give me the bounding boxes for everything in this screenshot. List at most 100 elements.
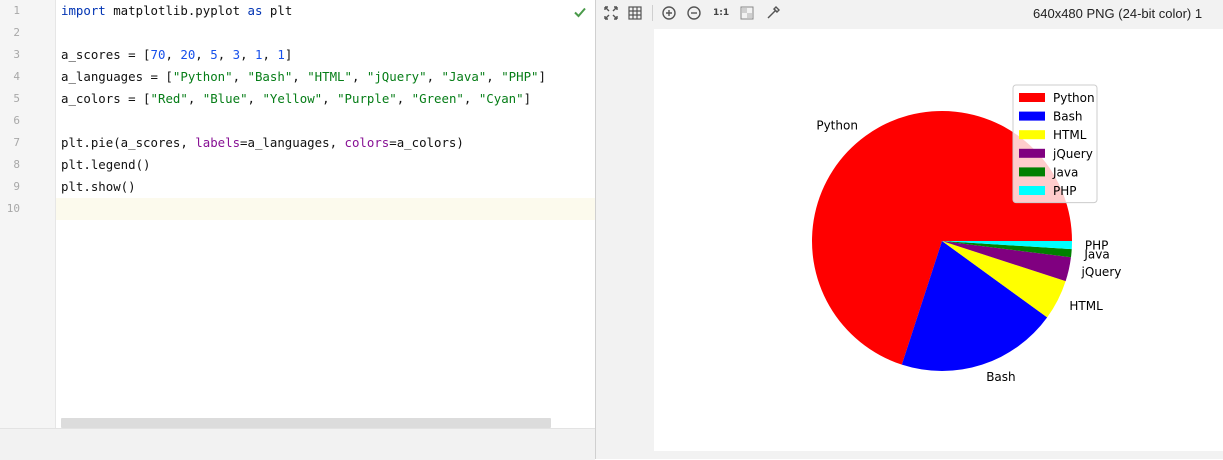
code-line[interactable]: plt.legend() [56, 154, 595, 176]
code-token: a_colors = [ [61, 91, 151, 106]
code-token: "Java" [441, 69, 487, 84]
legend-swatch-jquery [1019, 148, 1045, 158]
code-token: , [187, 91, 203, 106]
chessboard-icon[interactable] [738, 4, 756, 22]
code-token: 70 [150, 47, 166, 62]
code-line[interactable]: a_languages = ["Python", "Bash", "HTML",… [56, 66, 595, 88]
code-token: ] [523, 91, 532, 106]
fit-to-window-icon[interactable] [602, 4, 620, 22]
actual-size-button[interactable]: 1:1 [713, 5, 729, 21]
line-number: 8 [13, 158, 20, 171]
pie-chart: Python Bash HTML jQuery Java PHP Python Bash HTM… [812, 84, 1122, 384]
legend-label-python: Python [1053, 91, 1095, 105]
color-picker-icon[interactable] [764, 4, 782, 22]
pie-label-bash: Bash [986, 370, 1015, 384]
code-editor[interactable]: 1 2 3 4 5 6 7 8 9 10 import matplotlib.pyplot as … [0, 0, 595, 460]
pie-label-python: Python [816, 118, 858, 132]
code-token: =a_languages, [240, 135, 345, 150]
image-canvas: Python Bash HTML jQuery Java PHP Python Bash HTM… [654, 29, 1223, 451]
code-token: , [486, 69, 502, 84]
grid-icon[interactable] [626, 4, 644, 22]
legend-label-java: Java [1052, 165, 1078, 179]
legend-swatch-python [1019, 93, 1045, 102]
code-line[interactable]: import matplotlib.pyplot as plt [56, 0, 595, 22]
code-area[interactable]: import matplotlib.pyplot as plt a_scores … [56, 0, 595, 428]
code-token: 20 [180, 47, 196, 62]
line-number: 6 [13, 114, 20, 127]
code-token: 1 [277, 47, 285, 62]
legend-label-bash: Bash [1053, 110, 1082, 124]
code-token: "Blue" [202, 91, 248, 106]
line-number: 2 [13, 26, 20, 39]
line-number: 9 [13, 180, 20, 193]
code-token: =a_colors) [389, 135, 464, 150]
code-token: , [322, 91, 338, 106]
line-number-gutter: 1 2 3 4 5 6 7 8 9 10 [0, 0, 56, 428]
zoom-in-icon[interactable] [660, 4, 678, 22]
code-line[interactable] [56, 22, 595, 44]
code-token: , [217, 47, 233, 62]
code-token: ] [284, 47, 293, 62]
line-number: 3 [13, 48, 20, 61]
legend-label-jquery: jQuery [1052, 147, 1093, 161]
code-token: plt.legend() [61, 157, 151, 172]
code-token: , [292, 69, 308, 84]
legend-swatch-html [1019, 130, 1045, 140]
code-line[interactable] [56, 198, 595, 220]
horizontal-scrollbar[interactable] [61, 418, 551, 428]
code-token: plt.pie(a_scores, [61, 135, 196, 150]
image-viewer-toolbar: 1:1 640x480 PNG (24-bit color) 1 [596, 0, 1223, 28]
code-token: "HTML" [307, 69, 352, 84]
image-info-label: 640x480 PNG (24-bit color) 1 [1033, 6, 1203, 21]
check-icon[interactable] [573, 4, 587, 18]
code-token: , [351, 69, 367, 84]
code-token: 5 [210, 47, 218, 62]
code-token: , [396, 91, 412, 106]
code-token: labels [195, 135, 241, 150]
code-token: , [247, 91, 263, 106]
legend-swatch-java [1019, 167, 1045, 177]
code-token: as [247, 3, 263, 18]
code-line[interactable]: plt.show() [56, 176, 595, 198]
code-token: , [463, 91, 479, 106]
code-line[interactable]: a_scores = [70, 20, 5, 3, 1, 1] [56, 44, 595, 66]
code-line[interactable]: a_colors = ["Red", "Blue", "Yellow", "Pu… [56, 88, 595, 110]
code-token: colors [344, 135, 390, 150]
code-token: "Red" [150, 91, 188, 106]
legend-swatch-php [1019, 186, 1045, 195]
legend-label-php: PHP [1053, 184, 1077, 198]
legend-swatch-bash [1019, 111, 1045, 121]
code-token: plt.show() [61, 179, 136, 194]
editor-bottom-bar [0, 428, 595, 460]
code-token: a_languages = [ [61, 69, 173, 84]
code-line[interactable] [56, 110, 595, 132]
code-token: matplotlib.pyplot [105, 3, 248, 18]
line-number: 1 [13, 4, 20, 17]
pie-label-jquery: jQuery [1081, 265, 1122, 279]
code-token: , [262, 47, 278, 62]
code-token: 3 [232, 47, 241, 62]
code-token: "Bash" [247, 69, 293, 84]
line-number: 7 [13, 136, 20, 149]
legend-label-html: HTML [1053, 128, 1087, 142]
code-token: "Cyan" [478, 91, 524, 106]
zoom-out-icon[interactable] [685, 4, 703, 22]
code-token: "Green" [411, 91, 464, 106]
code-token: "jQuery" [366, 69, 427, 84]
chart-legend: Python Bash HTML jQuery Java PHP [1012, 84, 1098, 204]
pie-label-html: HTML [1069, 299, 1103, 313]
code-token: ] [538, 69, 546, 84]
code-token: a_scores = [ [61, 47, 151, 62]
code-token: , [165, 47, 181, 62]
code-line[interactable]: plt.pie(a_scores, labels=a_languages, co… [56, 132, 595, 154]
code-token: plt [262, 3, 293, 18]
code-token: "Python" [172, 69, 233, 84]
code-token: , [426, 69, 442, 84]
viewer-bottom-bar [596, 451, 1223, 459]
code-token: "PHP" [501, 69, 539, 84]
line-number: 4 [13, 70, 20, 83]
line-number: 10 [6, 202, 20, 215]
code-token: "Purple" [337, 91, 397, 106]
code-token: , [232, 69, 248, 84]
code-token: , [195, 47, 211, 62]
